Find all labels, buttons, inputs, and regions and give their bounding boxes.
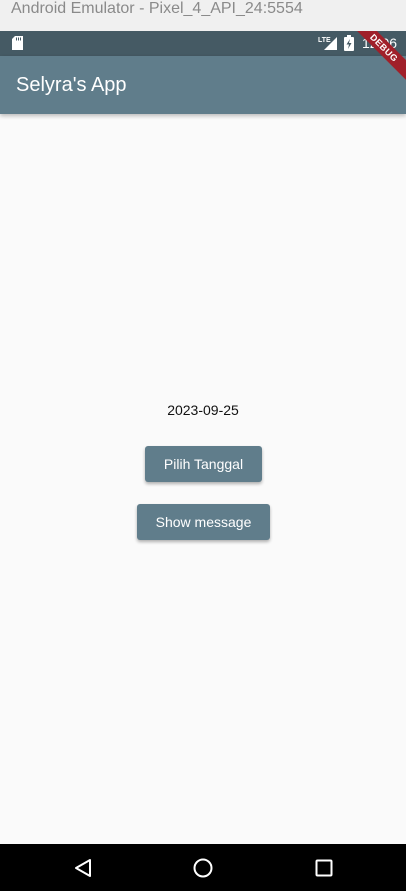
phone-screen: LTE 12:06 Selyra's App DEBUG 2023-09-25 … bbox=[0, 31, 406, 891]
status-bar: LTE 12:06 bbox=[0, 31, 406, 56]
emulator-window-title: Android Emulator - Pixel_4_API_24:5554 bbox=[0, 0, 406, 31]
status-clock: 12:06 bbox=[362, 35, 398, 51]
pick-date-button[interactable]: Pilih Tanggal bbox=[145, 446, 262, 482]
main-content: 2023-09-25 Pilih Tanggal Show message bbox=[0, 114, 406, 844]
sd-card-icon bbox=[12, 36, 23, 50]
navigation-bar bbox=[0, 844, 406, 891]
lte-signal-icon: LTE bbox=[318, 37, 337, 50]
recent-apps-icon[interactable] bbox=[313, 857, 335, 879]
home-icon[interactable] bbox=[192, 857, 214, 879]
battery-charging-icon bbox=[344, 35, 354, 51]
back-icon[interactable] bbox=[72, 857, 94, 879]
svg-text:LTE: LTE bbox=[318, 37, 331, 44]
app-title: Selyra's App bbox=[16, 74, 127, 96]
app-bar: Selyra's App bbox=[0, 56, 406, 114]
selected-date-text: 2023-09-25 bbox=[167, 402, 239, 418]
show-message-button[interactable]: Show message bbox=[137, 504, 270, 540]
